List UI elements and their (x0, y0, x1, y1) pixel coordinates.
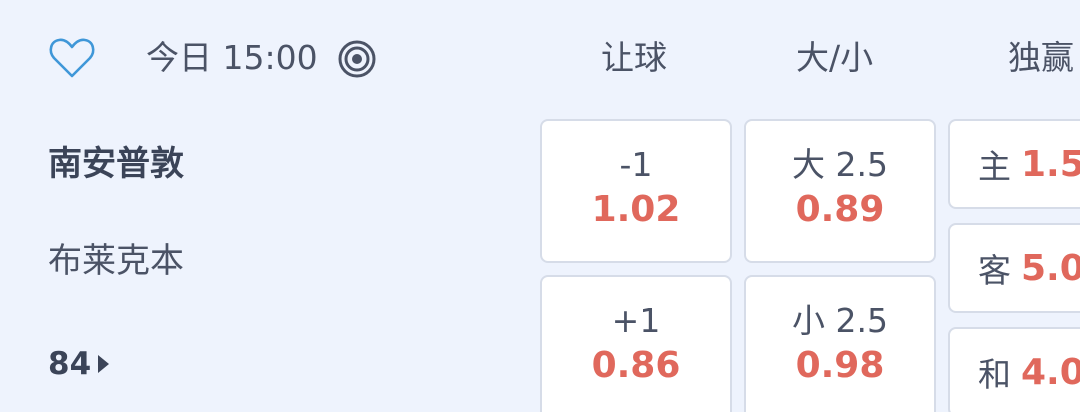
away-team-name: 布莱克本 (48, 241, 184, 281)
heart-icon[interactable] (48, 36, 96, 80)
moneyline-label: 和 (978, 355, 1011, 394)
moneyline-odds: 5.0 (1021, 247, 1080, 289)
handicap-home-odds-button[interactable]: -1 1.02 (540, 119, 732, 263)
moneyline-away-button[interactable]: 客 5.0 (948, 223, 1080, 313)
column-header-over-under: 大/小 (796, 38, 874, 77)
under-odds-button[interactable]: 小 2.5 0.98 (744, 275, 936, 412)
handicap-odds: 0.86 (591, 345, 681, 386)
over-odds: 0.89 (795, 189, 885, 230)
column-header-moneyline: 独赢 (1008, 38, 1074, 77)
handicap-line: +1 (611, 301, 661, 340)
match-card: 今日 15:00 让球 大/小 独赢 南安普敦 布莱克本 84 -1 1.02 … (0, 0, 1080, 412)
under-odds: 0.98 (795, 345, 885, 386)
home-team-name: 南安普敦 (48, 144, 184, 184)
moneyline-draw-button[interactable]: 和 4.0 (948, 327, 1080, 412)
over-line: 大 2.5 (792, 145, 888, 184)
moneyline-odds: 1.5 (1021, 143, 1080, 185)
match-time: 今日 15:00 (146, 38, 318, 77)
live-target-icon[interactable] (337, 39, 377, 79)
column-header-handicap: 让球 (601, 38, 667, 77)
moneyline-home-button[interactable]: 主 1.5 (948, 119, 1080, 209)
handicap-odds: 1.02 (591, 189, 681, 230)
moneyline-label: 主 (978, 147, 1011, 186)
caret-right-icon (98, 355, 110, 373)
more-markets-button[interactable]: 84 (48, 342, 110, 386)
over-odds-button[interactable]: 大 2.5 0.89 (744, 119, 936, 263)
moneyline-label: 客 (978, 251, 1011, 290)
moneyline-odds: 4.0 (1021, 351, 1080, 393)
handicap-away-odds-button[interactable]: +1 0.86 (540, 275, 732, 412)
under-line: 小 2.5 (792, 301, 888, 340)
handicap-line: -1 (619, 145, 653, 184)
more-markets-count: 84 (48, 346, 92, 382)
